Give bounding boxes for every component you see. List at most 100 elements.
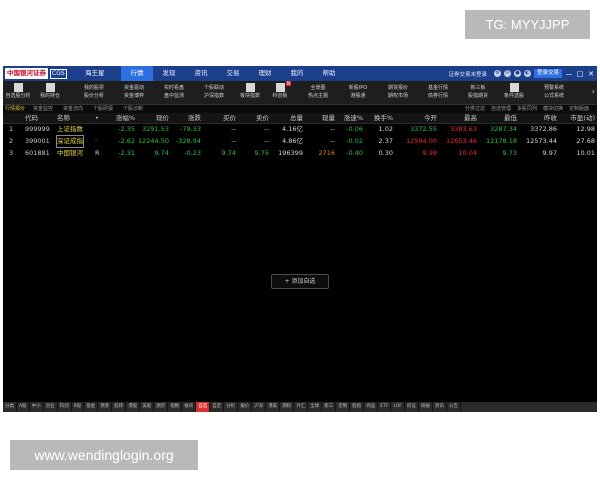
bottom-tab[interactable]: 分析 bbox=[224, 402, 239, 412]
subnav-item[interactable]: 分类过滤 bbox=[465, 105, 485, 113]
row-ask: 9.75 bbox=[254, 149, 269, 157]
col-header-prev-close[interactable]: 昨收 bbox=[521, 113, 557, 123]
bottom-tab[interactable]: 债券 bbox=[98, 402, 113, 412]
col-header-code[interactable]: 代码 bbox=[25, 113, 38, 123]
menu-item-wealth[interactable]: 理财 bbox=[249, 66, 281, 81]
subnav-item[interactable]: 资金监控 bbox=[33, 105, 53, 113]
tool-neeq[interactable]: 新三板 股指期货 bbox=[461, 84, 495, 100]
tool-futures[interactable]: 期货报价 期权市场 bbox=[381, 84, 415, 100]
subnav-item[interactable]: 多股同列 bbox=[517, 105, 537, 113]
subnav-item[interactable]: 个股研报 bbox=[93, 105, 113, 113]
tool-funds[interactable]: 基金行情 债券行情 bbox=[421, 84, 455, 100]
bottom-tab[interactable]: B股 bbox=[72, 402, 85, 412]
menu-item-trade[interactable]: 交易 bbox=[217, 66, 249, 81]
col-header-volume[interactable]: 总量 bbox=[273, 113, 303, 123]
menu-item-quotes[interactable]: 行情 bbox=[121, 66, 153, 81]
col-header-high[interactable]: 最高 bbox=[441, 113, 477, 123]
settings-icon[interactable]: ⚙ bbox=[493, 70, 501, 77]
row-ask: -- bbox=[264, 137, 269, 145]
maximize-button[interactable]: □ bbox=[576, 70, 584, 78]
col-header-open[interactable]: 今开 bbox=[401, 113, 437, 123]
stock-screener-tool[interactable]: 条件选股 bbox=[501, 83, 527, 100]
bottom-tab[interactable]: 指数 bbox=[168, 402, 183, 412]
bottom-tab[interactable]: 新三 bbox=[322, 402, 337, 412]
my-holdings-tool[interactable]: 我的持仓 bbox=[37, 83, 63, 100]
subnav-item[interactable]: 个股诊断 bbox=[123, 105, 143, 113]
subnav-item[interactable]: 资金流向 bbox=[63, 105, 83, 113]
menu-item-mine[interactable]: 我的 bbox=[281, 66, 313, 81]
bottom-tab[interactable]: 外汇 bbox=[294, 402, 309, 412]
table-row[interactable]: 1 999999 上证指数 -2.35 3291.53 -79.33 -- --… bbox=[3, 124, 597, 135]
bottom-tab[interactable]: 股转 bbox=[112, 402, 127, 412]
subnav-item[interactable]: 模块切换 bbox=[543, 105, 563, 113]
table-row[interactable]: 3 601881 中国银河 R -2.31 9.74 -0.23 9.74 9.… bbox=[3, 148, 597, 159]
tool-capital-drive[interactable]: 资金驱动 资金博弈 bbox=[117, 84, 151, 100]
col-header-pe[interactable]: 市盈(动) bbox=[557, 113, 595, 123]
bottom-tab[interactable]: 公告 bbox=[447, 402, 461, 412]
tool-alerts[interactable]: 预警系统 公式系统 bbox=[537, 84, 571, 100]
row-open: 12594.00 bbox=[405, 137, 437, 145]
subnav-item[interactable]: 定制版面 bbox=[569, 105, 589, 113]
tool-my-stocks[interactable]: 我的股票 股价分析 bbox=[77, 84, 111, 100]
col-header-change-pct[interactable]: 涨幅% bbox=[103, 113, 135, 123]
bottom-tab[interactable]: 期权 bbox=[280, 402, 295, 412]
tool-label: 科创板 bbox=[272, 93, 288, 99]
sector-index-tool[interactable]: 板块指数 bbox=[237, 83, 263, 100]
col-header-turnover[interactable]: 换手% bbox=[365, 113, 393, 123]
bottom-tab[interactable]: 港美 bbox=[266, 402, 281, 412]
bottom-tab[interactable]: 沪深 bbox=[252, 402, 267, 412]
bottom-tab[interactable]: 权证 bbox=[405, 402, 419, 412]
menu-item-news[interactable]: 资讯 bbox=[185, 66, 217, 81]
kcb-tool[interactable]: N 科创板 bbox=[267, 81, 293, 100]
menu-item-help[interactable]: 帮助 bbox=[313, 66, 345, 81]
bottom-tab[interactable]: 报价 bbox=[238, 402, 253, 412]
menu-item-discover[interactable]: 发现 bbox=[153, 66, 185, 81]
add-watchlist-button[interactable]: + 添加自选 bbox=[271, 274, 329, 289]
bottom-tab[interactable]: 港股 bbox=[126, 402, 141, 412]
bottom-tab[interactable]: 分类 bbox=[3, 402, 17, 412]
col-header-current-volume[interactable]: 现量 bbox=[307, 113, 335, 123]
bottom-tab[interactable]: 定制 bbox=[336, 402, 351, 412]
col-header-name[interactable]: 名称 bbox=[57, 113, 70, 123]
user-icon[interactable]: ● bbox=[513, 70, 521, 77]
minimize-button[interactable]: — bbox=[565, 70, 573, 78]
login-trade-button[interactable]: 登录交易 bbox=[533, 69, 562, 78]
bottom-tab[interactable]: 资讯 bbox=[433, 402, 447, 412]
table-row[interactable]: 2 399001 深证成指 · -2.62 12244.50 -328.94 -… bbox=[3, 135, 597, 148]
bottom-tab[interactable]: 商品 bbox=[364, 402, 379, 412]
bottom-tab[interactable]: LOF bbox=[391, 402, 405, 412]
tool-label: 新三板 bbox=[470, 85, 486, 91]
bottom-tab[interactable]: 全球 bbox=[308, 402, 323, 412]
tool-ipo[interactable]: 新股IPO 港股通 bbox=[341, 84, 375, 100]
bottom-tab[interactable]: 基金 bbox=[84, 402, 99, 412]
close-button[interactable]: ✕ bbox=[587, 70, 595, 78]
watchlist-analysis-tool[interactable]: 自选股分析 bbox=[5, 83, 31, 100]
bottom-tab[interactable]: 创业 bbox=[44, 402, 58, 412]
tool-live-monitor[interactable]: 实时看盘 盘中监测 bbox=[157, 84, 191, 100]
col-header-bid[interactable]: 买价 bbox=[208, 113, 236, 123]
row-code: 399001 bbox=[25, 137, 50, 145]
chevron-right-icon[interactable]: › bbox=[592, 87, 595, 96]
bottom-tab[interactable]: 研报 bbox=[419, 402, 433, 412]
col-header-speed[interactable]: 涨速% bbox=[333, 113, 363, 123]
bottom-tab[interactable]: 科创 bbox=[58, 402, 72, 412]
col-header-ask[interactable]: 卖价 bbox=[241, 113, 269, 123]
bottom-tab[interactable]: 股指 bbox=[350, 402, 365, 412]
col-header-price[interactable]: 现价 bbox=[141, 113, 169, 123]
col-header-low[interactable]: 最低 bbox=[481, 113, 517, 123]
subnav-item[interactable]: 行情报价 bbox=[5, 105, 25, 113]
bottom-tab[interactable]: ETF bbox=[378, 402, 392, 412]
bottom-tab[interactable]: 中小 bbox=[30, 402, 44, 412]
bottom-tab[interactable]: 美股 bbox=[140, 402, 155, 412]
bottom-tab[interactable]: A股 bbox=[17, 402, 30, 412]
tool-stock-linkage[interactable]: 个股联动 沪深指数 bbox=[197, 84, 231, 100]
bottom-tab[interactable]: 自定 bbox=[210, 402, 225, 412]
message-icon[interactable]: ✉ bbox=[503, 70, 511, 77]
bottom-tab[interactable]: 期货 bbox=[154, 402, 169, 412]
bottom-tab[interactable]: 自选 bbox=[196, 402, 211, 412]
subnav-item[interactable]: 自选管理 bbox=[491, 105, 511, 113]
bottom-tab[interactable]: 板块 bbox=[182, 402, 197, 412]
col-header-change[interactable]: 涨跌 bbox=[173, 113, 201, 123]
skin-icon[interactable]: ◐ bbox=[523, 70, 531, 77]
tool-panorama[interactable]: 全景图 热点主题 bbox=[301, 84, 335, 100]
